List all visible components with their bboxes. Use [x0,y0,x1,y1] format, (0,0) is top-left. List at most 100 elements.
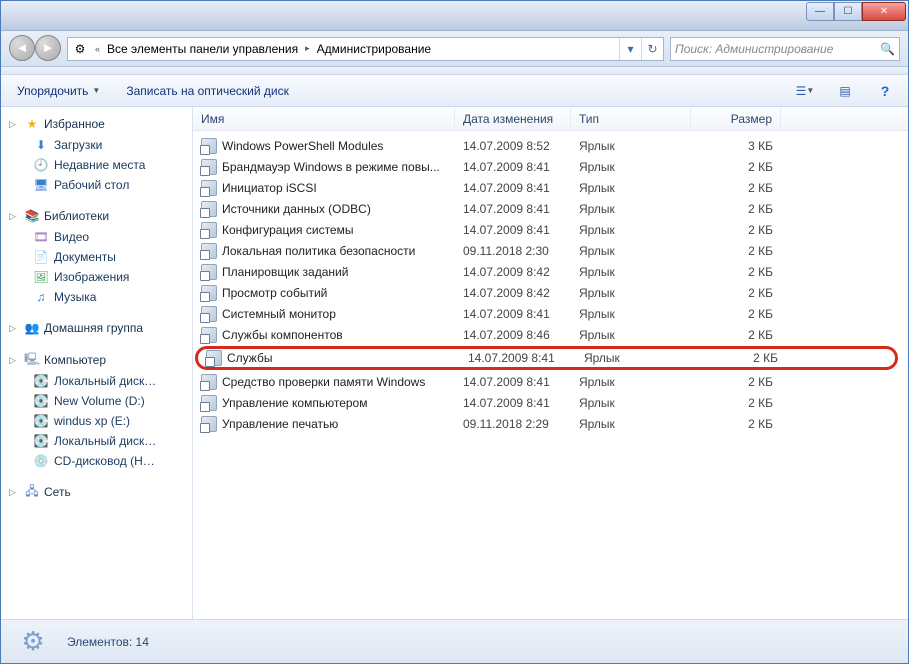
burn-disc-button[interactable]: Записать на оптический диск [120,80,295,102]
file-size: 3 КБ [691,139,781,153]
file-name: Системный монитор [222,307,336,321]
network-group[interactable]: ▷ 🖧 Сеть [5,481,192,503]
file-name: Управление печатью [222,417,338,431]
nav-item-videos[interactable]: 🎞Видео [5,227,192,247]
file-row[interactable]: Управление компьютером14.07.2009 8:41Ярл… [193,392,908,413]
file-name: Windows PowerShell Modules [222,139,383,153]
nav-item-drive-c[interactable]: 💽Локальный диск… [5,371,192,391]
shortcut-icon [201,374,217,390]
computer-group[interactable]: ▷ 🖳 Компьютер [5,349,192,371]
music-icon: ♫ [33,289,49,305]
file-type: Ярлык [571,286,691,300]
file-type: Ярлык [571,307,691,321]
file-date: 14.07.2009 8:41 [455,202,571,216]
file-size: 2 КБ [691,286,781,300]
expand-icon: ▷ [9,119,20,130]
libraries-group[interactable]: ▷ 📚 Библиотеки [5,205,192,227]
preview-pane-button[interactable]: ▤ [832,79,858,103]
file-name: Инициатор iSCSI [222,181,317,195]
breadcrumb-administration[interactable]: Администрирование [313,38,435,60]
file-row[interactable]: Просмотр событий14.07.2009 8:42Ярлык2 КБ [193,282,908,303]
drive-icon: 💽 [33,413,49,429]
forward-button[interactable]: ► [35,35,61,61]
search-input[interactable]: Поиск: Администрирование 🔍 [670,37,900,61]
shortcut-icon [206,350,222,366]
file-row[interactable]: Конфигурация системы14.07.2009 8:41Ярлык… [193,219,908,240]
column-size[interactable]: Размер [691,107,781,130]
file-date: 14.07.2009 8:41 [455,307,571,321]
file-type: Ярлык [571,139,691,153]
nav-item-recent[interactable]: 🕘Недавние места [5,155,192,175]
minimize-button[interactable]: — [806,2,834,21]
shortcut-icon [201,201,217,217]
computer-icon: 🖳 [24,352,40,368]
nav-item-pictures[interactable]: 🖼Изображения [5,267,192,287]
file-type: Ярлык [571,223,691,237]
maximize-button[interactable]: ☐ [834,2,862,21]
nav-item-drive-e[interactable]: 💽windus xp (E:) [5,411,192,431]
file-size: 2 КБ [691,160,781,174]
navigation-pane[interactable]: ▷ ★ Избранное ⬇Загрузки 🕘Недавние места … [1,107,193,619]
nav-item-documents[interactable]: 📄Документы [5,247,192,267]
file-row[interactable]: Источники данных (ODBC)14.07.2009 8:41Яр… [193,198,908,219]
content-pane: Имя Дата изменения Тип Размер Windows Po… [193,107,908,619]
file-name: Локальная политика безопасности [222,244,415,258]
column-name[interactable]: Имя [193,107,455,130]
file-row[interactable]: Службы компонентов14.07.2009 8:46Ярлык2 … [193,324,908,345]
file-size: 2 КБ [691,265,781,279]
file-type: Ярлык [571,181,691,195]
file-date: 14.07.2009 8:41 [455,181,571,195]
favorites-group[interactable]: ▷ ★ Избранное [5,113,192,135]
file-row[interactable]: Управление печатью09.11.2018 2:29Ярлык2 … [193,413,908,434]
titlebar: — ☐ ✕ [1,1,908,31]
file-row[interactable]: Локальная политика безопасности09.11.201… [193,240,908,261]
file-size: 2 КБ [691,223,781,237]
file-row[interactable]: Брандмауэр Windows в режиме повы...14.07… [193,156,908,177]
file-row[interactable]: Средство проверки памяти Windows14.07.20… [193,371,908,392]
shortcut-icon [201,264,217,280]
file-row[interactable]: Windows PowerShell Modules14.07.2009 8:5… [193,135,908,156]
nav-item-downloads[interactable]: ⬇Загрузки [5,135,192,155]
shortcut-icon [201,395,217,411]
desktop-icon: 🖥 [33,177,49,193]
file-size: 2 КБ [691,244,781,258]
back-button[interactable]: ◄ [9,35,35,61]
nav-item-music[interactable]: ♫Музыка [5,287,192,307]
breadcrumb-all-items[interactable]: Все элементы панели управления [103,38,302,60]
cd-icon: 💿 [33,453,49,469]
file-row[interactable]: Инициатор iSCSI 14.07.2009 8:41Ярлык2 КБ [193,177,908,198]
refresh-button[interactable]: ↻ [641,38,663,60]
nav-item-drive-d[interactable]: 💽New Volume (D:) [5,391,192,411]
file-size: 2 КБ [691,396,781,410]
file-list[interactable]: Windows PowerShell Modules14.07.2009 8:5… [193,131,908,619]
homegroup-icon: 👥 [24,320,40,336]
history-dropdown-button[interactable]: ▾ [619,38,641,60]
file-type: Ярлык [571,265,691,279]
column-date[interactable]: Дата изменения [455,107,571,130]
file-name: Источники данных (ODBC) [222,202,371,216]
file-row[interactable]: Планировщик заданий14.07.2009 8:42Ярлык2… [193,261,908,282]
view-options-button[interactable]: ☰ ▼ [792,79,818,103]
nav-item-drive-local[interactable]: 💽Локальный диск… [5,431,192,451]
drive-icon: 💽 [33,433,49,449]
homegroup-group[interactable]: ▷ 👥 Домашняя группа [5,317,192,339]
file-type: Ярлык [571,244,691,258]
search-icon: 🔍 [880,42,895,56]
file-size: 2 КБ [691,181,781,195]
file-row[interactable]: Службы14.07.2009 8:41Ярлык2 КБ [195,346,898,370]
close-button[interactable]: ✕ [862,2,906,21]
file-date: 14.07.2009 8:42 [455,265,571,279]
nav-item-desktop[interactable]: 🖥Рабочий стол [5,175,192,195]
file-row[interactable]: Системный монитор14.07.2009 8:41Ярлык2 К… [193,303,908,324]
file-type: Ярлык [571,375,691,389]
organize-button[interactable]: Упорядочить ▼ [11,80,106,102]
address-bar[interactable]: ⚙ « Все элементы панели управления ▸ Адм… [67,37,664,61]
column-type[interactable]: Тип [571,107,691,130]
file-size: 2 КБ [696,351,786,365]
drive-icon: 💽 [33,373,49,389]
help-button[interactable]: ? [872,79,898,103]
file-date: 09.11.2018 2:29 [455,417,571,431]
nav-item-drive-cd[interactable]: 💿CD-дисковод (H… [5,451,192,471]
explorer-window: — ☐ ✕ ◄ ► ⚙ « Все элементы панели управл… [0,0,909,664]
file-name: Просмотр событий [222,286,327,300]
